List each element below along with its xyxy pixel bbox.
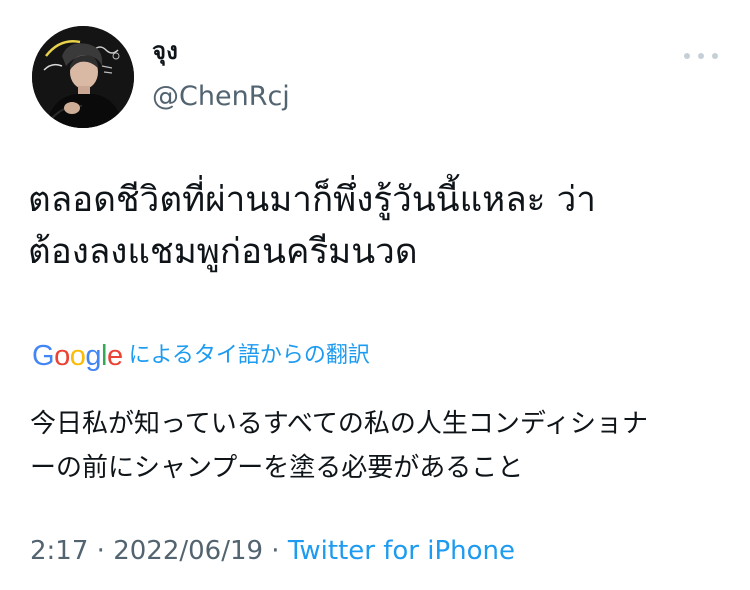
meta-separator: · bbox=[263, 536, 288, 566]
google-logo-letter: G bbox=[32, 340, 55, 372]
avatar[interactable] bbox=[32, 26, 134, 128]
display-name[interactable]: จุง bbox=[152, 36, 178, 66]
more-dot bbox=[712, 53, 718, 59]
tweet-date[interactable]: 2022/06/19 bbox=[113, 536, 263, 566]
tweet-text-line: ตลอดชีวิตที่ผ่านมาก็พึ่งรู้วันนี้แหละ ว่… bbox=[28, 180, 596, 220]
tweet-text-line: ต้องลงแชมพูก่อนครีมนวด bbox=[28, 232, 418, 272]
translation-attribution[interactable]: Google によるタイ語からの翻訳 bbox=[32, 338, 370, 374]
google-logo: Google bbox=[32, 338, 123, 374]
google-logo-letter: e bbox=[106, 340, 123, 372]
user-handle[interactable]: @ChenRcj bbox=[152, 80, 290, 114]
translation-label: によるタイ語からの翻訳 bbox=[128, 343, 370, 368]
more-icon[interactable] bbox=[684, 46, 718, 66]
more-dot bbox=[698, 53, 704, 59]
translated-text-line: ーの前にシャンプーを塗る必要があること bbox=[30, 453, 524, 483]
tweet-source-link[interactable]: Twitter for iPhone bbox=[288, 536, 515, 566]
more-dot bbox=[684, 53, 690, 59]
meta-separator: · bbox=[88, 536, 114, 566]
tweet-text: ตลอดชีวิตที่ผ่านมาก็พึ่งรู้วันนี้แหละ ว่… bbox=[28, 174, 728, 278]
google-logo-letter: o bbox=[54, 340, 70, 372]
translated-text: 今日私が知っているすべての私の人生コンディショナ ーの前にシャンプーを塗る必要が… bbox=[30, 402, 730, 490]
profile-photo bbox=[32, 26, 134, 128]
translated-text-line: 今日私が知っているすべての私の人生コンディショナ bbox=[30, 409, 649, 439]
tweet-time[interactable]: 2:17 bbox=[30, 536, 88, 566]
google-logo-letter: o bbox=[69, 340, 86, 372]
tweet-meta: 2:17 · 2022/06/19 · Twitter for iPhone bbox=[30, 534, 515, 568]
google-logo-letter: g bbox=[85, 340, 101, 372]
